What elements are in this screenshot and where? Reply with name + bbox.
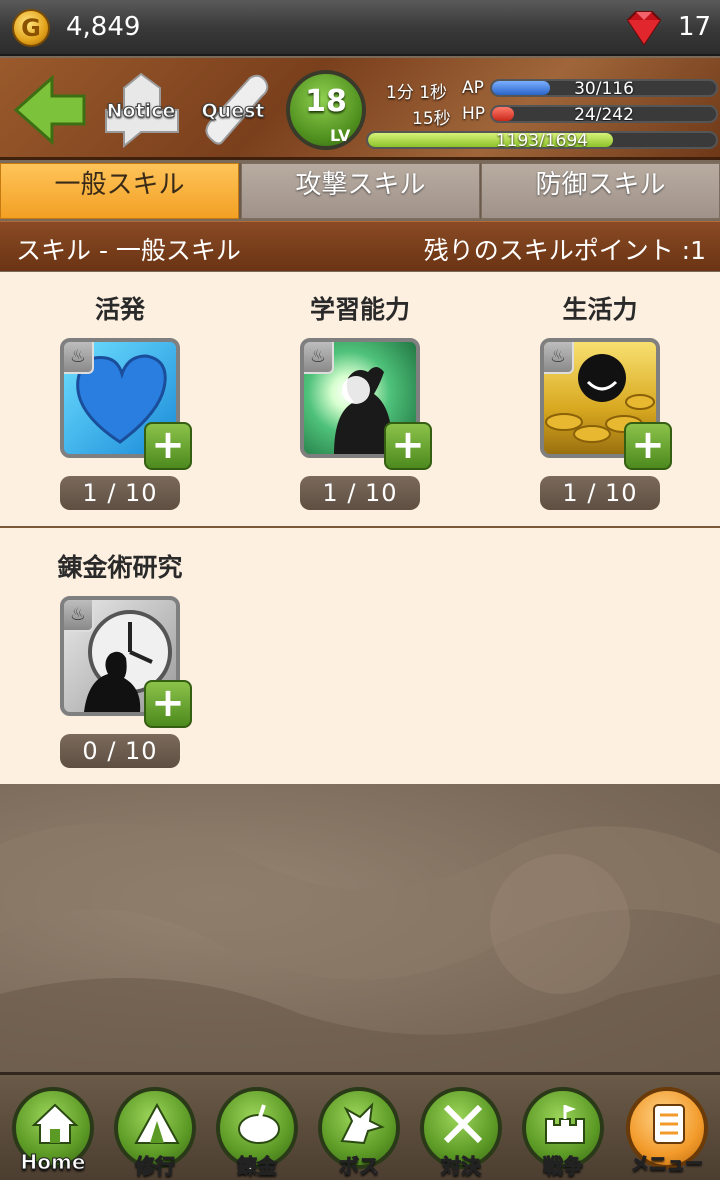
skill-name: 生活力 [562,295,638,324]
level-number: 18 [305,84,347,119]
nav-boss-label: ボス [339,1154,380,1179]
gold-coin-icon: G [12,9,50,47]
notice-button[interactable]: Notice [100,70,182,150]
ap-timer: 1分 1秒 [386,83,448,103]
home-icon [31,1103,79,1144]
gem-icon [626,11,662,46]
nav-alchemy-label: 錬金 [237,1154,278,1179]
skill-card: 生活力 ♨ + 1 / 10 [480,272,720,512]
skill-tabs: 一般スキル 攻撃スキル 防御スキル [0,163,720,219]
crossed-swords-icon [443,1104,483,1144]
hp-value: 24/242 [574,105,634,123]
gold-amount: 4,849 [66,12,141,42]
row-divider [0,526,720,528]
quest-button[interactable]: Quest [192,70,274,150]
currency-bar: G 4,849 17 [0,0,720,56]
background-art [0,784,720,1072]
tent-icon [134,1102,180,1144]
skill-card: 活発 ♨ + 1 / 10 [0,272,240,512]
tab-attack-skill[interactable]: 攻撃スキル [241,163,480,219]
skill-card: 錬金術研究 ♨ + 0 / 10 [0,530,240,770]
nav-menu-label: メニュー [631,1154,704,1176]
section-header: スキル - 一般スキル 残りのスキルポイント :1 [0,221,720,271]
quest-label: Quest [201,100,265,123]
skill-name: 学習能力 [309,295,410,324]
tab-defense-skill[interactable]: 防御スキル [481,163,720,219]
skill-level: 1 / 10 [540,476,660,510]
exp-bar: 1193/1694 [366,131,718,149]
tab-general-skill[interactable]: 一般スキル [0,163,239,219]
skill-level: 1 / 10 [60,476,180,510]
section-title: スキル - 一般スキル [16,236,241,265]
background-texture [0,823,720,1072]
skill-name: 錬金術研究 [57,553,183,582]
skill-panel: 活発 ♨ + 1 / 10 学習能力 ♨ + 1 / 10 生活力 ♨ + 1 … [0,272,720,784]
nav-home-label: Home [20,1150,86,1175]
nav-training-label: 修行 [135,1154,176,1179]
add-skill-button[interactable]: + [144,422,192,470]
fire-icon: ♨ [64,342,94,374]
add-skill-button[interactable]: + [384,422,432,470]
hp-bar: 24/242 [490,105,718,123]
hp-label: HP [462,104,486,124]
nav-war-label: 戦争 [543,1154,584,1179]
skill-level: 0 / 10 [60,734,180,768]
notice-label: Notice [106,100,176,123]
skill-screen: G 4,849 17 Notice Quest 18 LV 1分 1秒 AP 3… [0,0,720,1180]
skill-name: 活発 [94,295,145,324]
nav-duel-label: 対決 [441,1154,482,1179]
menu-list-icon [653,1104,685,1144]
level-badge: 18 LV [286,70,366,150]
ap-bar: 30/116 [490,79,718,97]
ap-label: AP [462,78,484,98]
exp-value: 1193/1694 [495,131,589,149]
hp-timer: 15秒 [412,109,451,129]
castle-icon [545,1105,585,1144]
dragon-icon [340,1102,385,1145]
back-arrow-icon[interactable] [12,74,88,146]
fire-icon: ♨ [304,342,334,374]
level-label: LV [330,126,351,145]
fire-icon: ♨ [64,600,94,632]
ap-value: 30/116 [574,79,634,97]
gem-count: 17 [678,12,712,42]
skill-points: 残りのスキルポイント :1 [423,236,706,265]
add-skill-button[interactable]: + [144,680,192,728]
skill-level: 1 / 10 [300,476,420,510]
status-header: Notice Quest 18 LV 1分 1秒 AP 30/116 15秒 H… [0,58,720,160]
cauldron-icon [238,1104,280,1144]
fire-icon: ♨ [544,342,574,374]
skill-card: 学習能力 ♨ + 1 / 10 [240,272,480,512]
add-skill-button[interactable]: + [624,422,672,470]
